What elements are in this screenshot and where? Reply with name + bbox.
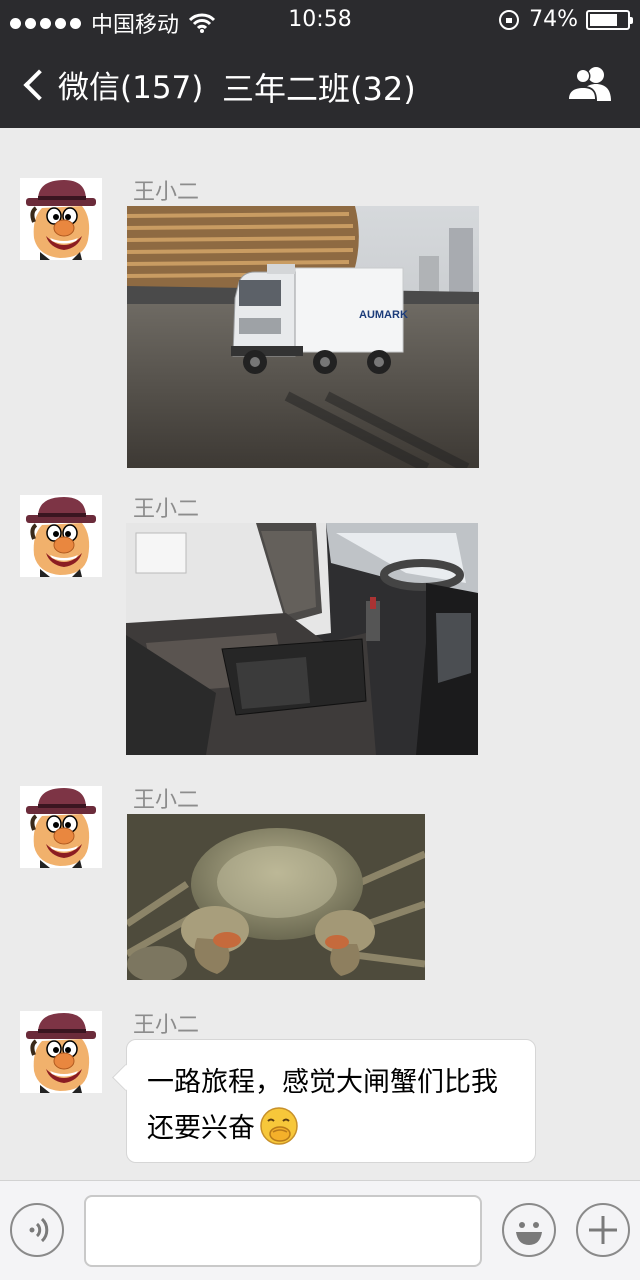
voice-button[interactable] (10, 1203, 64, 1257)
avatar[interactable] (20, 495, 102, 577)
chat-title: 三年二班(32) (222, 70, 416, 108)
avatar[interactable] (20, 1011, 102, 1093)
plus-icon (589, 1216, 617, 1244)
more-button[interactable] (576, 1203, 630, 1257)
refrigerated-truck-photo[interactable]: AUMARK (127, 206, 479, 468)
truck-cabin-interior-photo[interactable] (126, 523, 478, 755)
status-bar: 中国移动 10:58 74% (0, 0, 640, 40)
sender-name: 王小二 (133, 180, 200, 205)
back-label: 微信(157) (58, 70, 204, 106)
sender-name: 王小二 (133, 497, 200, 522)
voice-icon (29, 1217, 49, 1243)
message-text-line-1: 一路旅程，感觉大闸蟹们比我 (147, 1067, 498, 1098)
sender-name: 王小二 (133, 1013, 200, 1038)
back-button[interactable]: 微信(157) (18, 62, 203, 107)
truck-brand-text: AUMARK (359, 309, 408, 321)
group-members-icon[interactable] (566, 64, 612, 102)
message-text-line-2: 还要兴奋 (147, 1106, 517, 1152)
chevron-left-icon (23, 68, 55, 101)
emoji-button[interactable] (502, 1203, 556, 1257)
text-message-bubble[interactable]: 一路旅程，感觉大闸蟹们比我 还要兴奋 (126, 1039, 536, 1163)
input-bar (0, 1180, 640, 1280)
status-right: 74% (499, 7, 633, 32)
avatar[interactable] (20, 786, 102, 868)
giggle-emoji-icon (260, 1106, 298, 1145)
battery-icon (586, 9, 633, 30)
battery-percentage: 74% (529, 7, 578, 32)
hairy-crab-photo[interactable] (127, 814, 425, 980)
emoji-icon (516, 1222, 542, 1245)
avatar[interactable] (20, 178, 102, 260)
navigation-bar: 微信(157) 三年二班(32) (0, 40, 640, 128)
orientation-lock-icon (499, 9, 520, 30)
sender-name: 王小二 (133, 788, 200, 813)
message-input[interactable] (84, 1195, 482, 1267)
